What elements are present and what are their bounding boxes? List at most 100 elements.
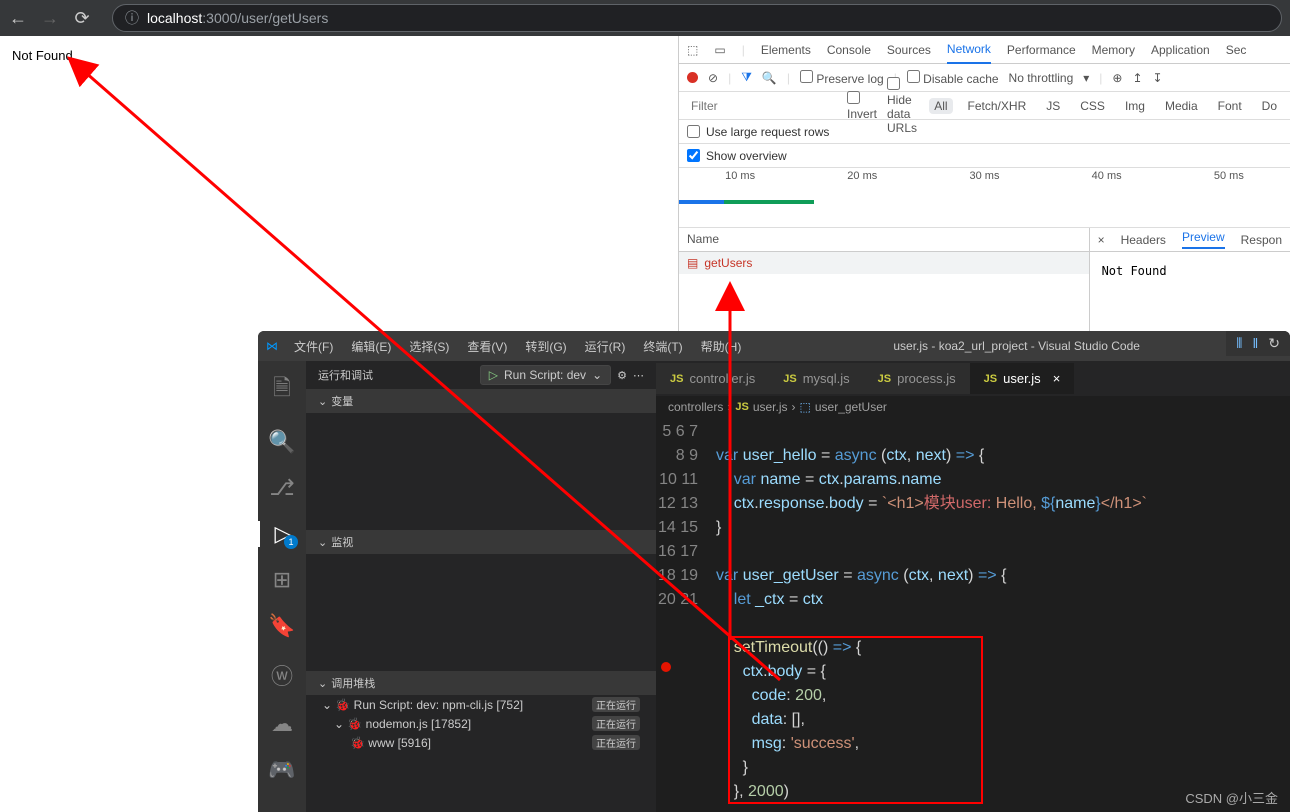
menu-edit[interactable]: 编辑(E): [343, 336, 399, 357]
search-icon[interactable]: 🔍: [762, 71, 777, 85]
network-filter-bar: Invert Hide data URLs All Fetch/XHR JS C…: [679, 92, 1290, 120]
wakatime-icon[interactable]: ⓦ: [271, 659, 293, 691]
url-path: :3000/user/getUsers: [202, 10, 328, 26]
activity-bar: 🗎 🔍 ⎇ ▷1 ⊞ 🔖 ⓦ ☁ 🎮: [258, 361, 306, 812]
filter-media[interactable]: Media: [1160, 98, 1203, 114]
detail-tab-headers[interactable]: Headers: [1121, 233, 1166, 247]
filter-icon[interactable]: ⧩: [741, 70, 752, 85]
scm-icon[interactable]: ⎇: [269, 475, 294, 501]
reload-button[interactable]: ⟳: [72, 8, 92, 29]
vscode-titlebar: ⋈ 文件(F) 编辑(E) 选择(S) 查看(V) 转到(G) 运行(R) 终端…: [258, 331, 1290, 361]
tab-security[interactable]: Sec: [1226, 37, 1247, 63]
code-editor[interactable]: 5 6 7 8 9 10 11 12 13 14 15 16 17 18 19 …: [656, 418, 1290, 812]
menu-file[interactable]: 文件(F): [286, 336, 341, 357]
editor-area: JScontroller.js JSmysql.js JSprocess.js …: [656, 361, 1290, 812]
gear-icon[interactable]: ⚙: [617, 369, 627, 382]
menu-run[interactable]: 运行(R): [577, 336, 634, 357]
tab-application[interactable]: Application: [1151, 37, 1210, 63]
section-watch[interactable]: ⌄监视: [306, 530, 656, 554]
chevron-down-icon[interactable]: ⌄: [592, 368, 602, 382]
search-icon[interactable]: 🔍: [268, 429, 295, 455]
menu-select[interactable]: 选择(S): [401, 336, 457, 357]
network-timeline[interactable]: 10 ms 20 ms 30 ms 40 ms 50 ms: [679, 168, 1290, 228]
tab-controller[interactable]: JScontroller.js: [656, 363, 769, 394]
filter-input[interactable]: [687, 97, 837, 115]
throttling-select[interactable]: No throttling: [1009, 71, 1074, 85]
close-icon[interactable]: ×: [1098, 233, 1105, 247]
filter-doc[interactable]: Do: [1257, 98, 1282, 114]
watermark: CSDN @小三金: [1185, 788, 1278, 807]
show-overview-checkbox[interactable]: [687, 149, 700, 162]
inspect-icon[interactable]: ⬚: [687, 43, 698, 57]
filter-css[interactable]: CSS: [1075, 98, 1110, 114]
filter-js[interactable]: JS: [1041, 98, 1065, 114]
tab-performance[interactable]: Performance: [1007, 37, 1076, 63]
url-bar[interactable]: ⓘ localhost:3000/user/getUsers: [112, 4, 1282, 32]
callstack-item[interactable]: ⌄ 🐞 nodemon.js [17852]正在运行: [306, 714, 656, 733]
breakpoint-icon[interactable]: [661, 662, 671, 672]
download-icon[interactable]: ↧: [1153, 71, 1163, 85]
extensions-icon[interactable]: ⊞: [273, 567, 291, 593]
callstack-item[interactable]: 🐞 www [5916]正在运行: [306, 733, 656, 752]
more-icon[interactable]: ⋯: [633, 369, 644, 382]
menu-help[interactable]: 帮助(H): [693, 336, 750, 357]
bookmark-icon[interactable]: 🔖: [268, 613, 295, 639]
explorer-icon[interactable]: 🗎: [273, 371, 291, 409]
pause-icon[interactable]: ‖: [1252, 335, 1258, 352]
account-icon[interactable]: ☁: [271, 711, 293, 737]
code-highlight-box: [728, 636, 983, 804]
url-host: localhost: [147, 10, 202, 26]
request-list: Name ▤ getUsers: [679, 228, 1090, 331]
filter-all[interactable]: All: [929, 98, 952, 114]
menu-terminal[interactable]: 终端(T): [635, 336, 690, 357]
tab-process[interactable]: JSprocess.js: [864, 363, 970, 394]
devtools-tabs: ⬚ ▭ | Elements Console Sources Network P…: [679, 36, 1290, 64]
tab-sources[interactable]: Sources: [887, 37, 931, 63]
continue-icon[interactable]: ⦀: [1236, 335, 1242, 352]
tab-network[interactable]: Network: [947, 36, 991, 64]
clear-button[interactable]: ⊘: [708, 71, 718, 85]
menu-goto[interactable]: 转到(G): [517, 336, 574, 357]
tab-memory[interactable]: Memory: [1092, 37, 1135, 63]
menu-view[interactable]: 查看(V): [459, 336, 515, 357]
forward-button[interactable]: →: [40, 8, 60, 29]
section-variables[interactable]: ⌄变量: [306, 389, 656, 413]
section-callstack[interactable]: ⌄调用堆栈: [306, 671, 656, 695]
device-icon[interactable]: ▭: [714, 43, 725, 57]
sidebar-title: 运行和调试: [318, 367, 373, 383]
not-found-text: Not Found: [12, 48, 73, 63]
upload-icon[interactable]: ↥: [1132, 71, 1142, 85]
filter-img[interactable]: Img: [1120, 98, 1150, 114]
wifi-icon[interactable]: ⊕: [1112, 71, 1122, 85]
disable-cache[interactable]: Disable cache: [907, 70, 999, 86]
breadcrumb[interactable]: controllers › JS user.js › ⬚ user_getUse…: [656, 396, 1290, 418]
large-rows-checkbox[interactable]: [687, 125, 700, 138]
callstack-item[interactable]: ⌄ 🐞 Run Script: dev: npm-cli.js [752]正在运…: [306, 695, 656, 714]
close-icon[interactable]: ×: [1053, 371, 1061, 386]
record-button[interactable]: [687, 72, 698, 83]
tab-mysql[interactable]: JSmysql.js: [769, 363, 863, 394]
name-column-header[interactable]: Name: [679, 228, 1089, 252]
invert-checkbox[interactable]: Invert: [847, 91, 877, 121]
line-gutter: 5 6 7 8 9 10 11 12 13 14 15 16 17 18 19 …: [656, 418, 716, 812]
game-icon[interactable]: 🎮: [268, 757, 295, 783]
run-config-select[interactable]: ▷ Run Script: dev ⌄: [480, 365, 611, 385]
back-button[interactable]: ←: [8, 8, 28, 29]
preserve-log[interactable]: Preserve log: [800, 70, 884, 86]
request-row-getusers[interactable]: ▤ getUsers: [679, 252, 1089, 274]
filter-font[interactable]: Font: [1213, 98, 1247, 114]
dropdown-icon[interactable]: ▾: [1083, 71, 1089, 85]
restart-icon[interactable]: ↻: [1268, 335, 1280, 352]
debug-icon[interactable]: ▷1: [258, 521, 306, 547]
filter-fetch[interactable]: Fetch/XHR: [963, 98, 1032, 114]
preview-content: Not Found: [1090, 252, 1290, 290]
tab-elements[interactable]: Elements: [761, 37, 811, 63]
debug-sidebar: 运行和调试 ▷ Run Script: dev ⌄ ⚙ ⋯ ⌄变量 ⌄监视 ⌄调…: [306, 361, 656, 812]
tab-console[interactable]: Console: [827, 37, 871, 63]
tab-user[interactable]: JSuser.js×: [970, 363, 1075, 394]
error-icon: ▤: [687, 256, 698, 270]
site-info-icon[interactable]: ⓘ: [125, 8, 139, 28]
play-icon[interactable]: ▷: [489, 368, 498, 382]
detail-tab-preview[interactable]: Preview: [1182, 230, 1225, 249]
detail-tab-response[interactable]: Respon: [1241, 233, 1282, 247]
